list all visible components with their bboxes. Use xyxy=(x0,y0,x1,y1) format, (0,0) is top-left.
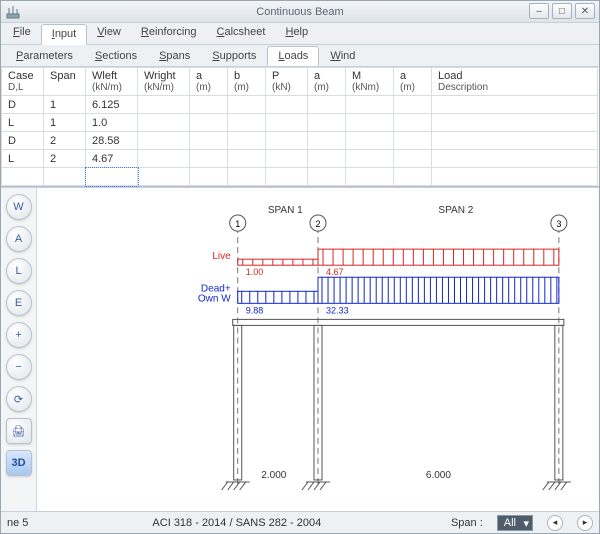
loads-grid[interactable]: CaseD,L Span Wleft(kN/m) Wright(kN/m) a(… xyxy=(1,67,598,186)
dead-value-1: 9.88 xyxy=(246,305,264,315)
live-value-2: 4.67 xyxy=(326,267,344,277)
table-row[interactable]: D228.58 xyxy=(2,132,598,150)
menu-help[interactable]: Help xyxy=(275,23,318,44)
titlebar: Continuous Beam – □ ✕ xyxy=(1,1,599,23)
table-row[interactable]: D16.125 xyxy=(2,96,598,114)
span2-label: SPAN 2 xyxy=(438,205,473,216)
status-left: ne 5 xyxy=(7,517,28,529)
tool-rotate[interactable]: ⟳ xyxy=(6,386,32,412)
tool-e[interactable]: E xyxy=(6,290,32,316)
next-span-button[interactable]: ▸ xyxy=(577,515,593,531)
live-value-1: 1.00 xyxy=(246,267,264,277)
app-window: Continuous Beam – □ ✕ File Input View Re… xyxy=(0,0,600,534)
tool-w[interactable]: W xyxy=(6,194,32,220)
prev-span-button[interactable]: ◂ xyxy=(547,515,563,531)
loads-grid-wrap: CaseD,L Span Wleft(kN/m) Wright(kN/m) a(… xyxy=(1,67,599,187)
col-wleft: Wleft(kN/m) xyxy=(86,68,138,96)
menu-reinforcing[interactable]: Reinforcing xyxy=(131,23,207,44)
status-codes: ACI 318 - 2014 / SANS 282 - 2004 xyxy=(152,517,321,529)
col-case: CaseD,L xyxy=(2,68,44,96)
chevron-down-icon: ▾ xyxy=(523,517,529,530)
close-button[interactable]: ✕ xyxy=(575,3,595,19)
node-2: 2 xyxy=(315,219,320,229)
node-3: 3 xyxy=(556,219,561,229)
dead-label-2: Own W xyxy=(198,293,231,304)
col-a3: a(m) xyxy=(394,68,432,96)
window-controls: – □ ✕ xyxy=(529,3,595,19)
editing-cell[interactable] xyxy=(86,168,138,186)
status-span-label: Span : xyxy=(451,517,483,529)
table-row[interactable]: L11.0 xyxy=(2,114,598,132)
tool-3d[interactable]: 3D xyxy=(6,450,32,476)
tool-print[interactable]: 🖨 xyxy=(6,418,32,444)
tool-zoom-in[interactable]: + xyxy=(6,322,32,348)
subtabs: Parameters Sections Spans Supports Loads… xyxy=(1,45,599,67)
col-wright: Wright(kN/m) xyxy=(138,68,190,96)
menu-view[interactable]: View xyxy=(87,23,131,44)
col-a1: a(m) xyxy=(190,68,228,96)
tab-sections[interactable]: Sections xyxy=(84,46,148,66)
minimize-button[interactable]: – xyxy=(529,3,549,19)
tab-spans[interactable]: Spans xyxy=(148,46,201,66)
col-span: Span xyxy=(44,68,86,96)
app-icon xyxy=(5,4,21,20)
tab-wind[interactable]: Wind xyxy=(319,46,366,66)
tab-loads[interactable]: Loads xyxy=(267,46,319,66)
menu-input[interactable]: Input xyxy=(41,24,87,45)
maximize-button[interactable]: □ xyxy=(552,3,572,19)
diagram-canvas[interactable]: SPAN 1 SPAN 2 1 2 3 Live 1.00 xyxy=(37,188,599,511)
col-desc: LoadDescription xyxy=(432,68,598,96)
menu-file[interactable]: File xyxy=(3,23,41,44)
tool-l[interactable]: L xyxy=(6,258,32,284)
dead-value-2: 32.33 xyxy=(326,305,349,315)
col-p: P(kN) xyxy=(266,68,308,96)
tab-parameters[interactable]: Parameters xyxy=(5,46,84,66)
span-selector[interactable]: All ▾ xyxy=(497,515,533,531)
menu-calcsheet[interactable]: Calcsheet xyxy=(207,23,276,44)
toolstrip: W A L E + − ⟳ 🖨 3D xyxy=(1,188,37,511)
table-row[interactable]: L24.67 xyxy=(2,150,598,168)
dimension-1: 2.000 xyxy=(261,470,286,481)
live-label: Live xyxy=(212,251,231,262)
span1-label: SPAN 1 xyxy=(268,205,303,216)
window-title: Continuous Beam xyxy=(256,6,343,18)
canvas-area: W A L E + − ⟳ 🖨 3D SPAN 1 SPAN 2 1 2 3 xyxy=(1,187,599,511)
tool-a[interactable]: A xyxy=(6,226,32,252)
col-m: M(kNm) xyxy=(346,68,394,96)
tab-supports[interactable]: Supports xyxy=(201,46,267,66)
node-1: 1 xyxy=(235,219,240,229)
col-b: b(m) xyxy=(228,68,266,96)
statusbar: ne 5 ACI 318 - 2014 / SANS 282 - 2004 Sp… xyxy=(1,511,599,533)
grid-header-row: CaseD,L Span Wleft(kN/m) Wright(kN/m) a(… xyxy=(2,68,598,96)
menubar: File Input View Reinforcing Calcsheet He… xyxy=(1,23,599,45)
dimension-2: 6.000 xyxy=(426,470,451,481)
col-a2: a(m) xyxy=(308,68,346,96)
tool-zoom-out[interactable]: − xyxy=(6,354,32,380)
table-row[interactable] xyxy=(2,168,598,186)
